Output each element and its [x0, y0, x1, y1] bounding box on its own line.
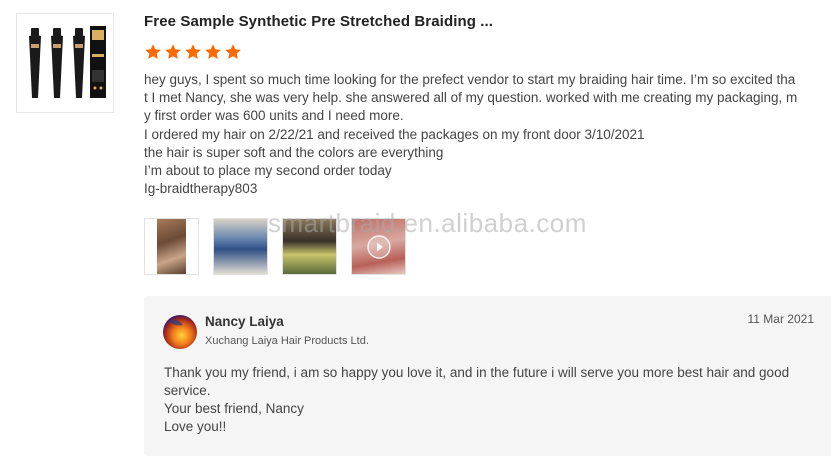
rating-stars	[144, 43, 242, 61]
photo-thumbnail-icon	[214, 219, 267, 274]
review-paragraph: the hair is super soft and the colors ar…	[144, 144, 444, 160]
seller-company[interactable]: Xuchang Laiya Hair Products Ltd.	[205, 335, 369, 347]
star-icon	[185, 44, 201, 59]
review-photo-thumbnail[interactable]	[213, 218, 268, 275]
reply-text: Thank you my friend, i am so happy you l…	[164, 364, 804, 436]
reply-paragraph: Love you!!	[164, 419, 227, 434]
review-paragraph: hey guys, I spent so much time looking f…	[144, 72, 798, 124]
star-icon	[225, 44, 241, 59]
product-thumbnail[interactable]	[16, 13, 114, 113]
reply-paragraph: Thank you my friend, i am so happy you l…	[164, 365, 790, 398]
hair-bundle-product-image	[29, 26, 106, 98]
review-photo-thumbnail[interactable]	[144, 218, 199, 275]
seller-name: Nancy Laiya	[205, 314, 284, 329]
seller-avatar-icon	[163, 315, 197, 349]
review-text: hey guys, I spent so much time looking f…	[144, 71, 799, 198]
photo-thumbnail-icon	[157, 219, 186, 274]
avatar	[163, 315, 197, 349]
reply-date: 11 Mar 2021	[747, 312, 815, 326]
star-icon	[165, 44, 181, 59]
review-paragraph: I’m about to place my second order today	[144, 163, 392, 179]
review-paragraph: I ordered my hair on 2/22/21 and receive…	[144, 126, 645, 142]
watermark: smartbraid.en.alibaba.com	[268, 208, 587, 238]
product-title[interactable]: Free Sample Synthetic Pre Stretched Brai…	[144, 13, 493, 30]
seller-reply: Nancy Laiya Xuchang Laiya Hair Products …	[144, 296, 831, 456]
reply-paragraph: Your best friend, Nancy	[164, 401, 304, 416]
star-icon	[205, 44, 221, 59]
star-icon	[145, 44, 161, 59]
review-paragraph: Ig-braidtherapy803	[144, 181, 258, 197]
